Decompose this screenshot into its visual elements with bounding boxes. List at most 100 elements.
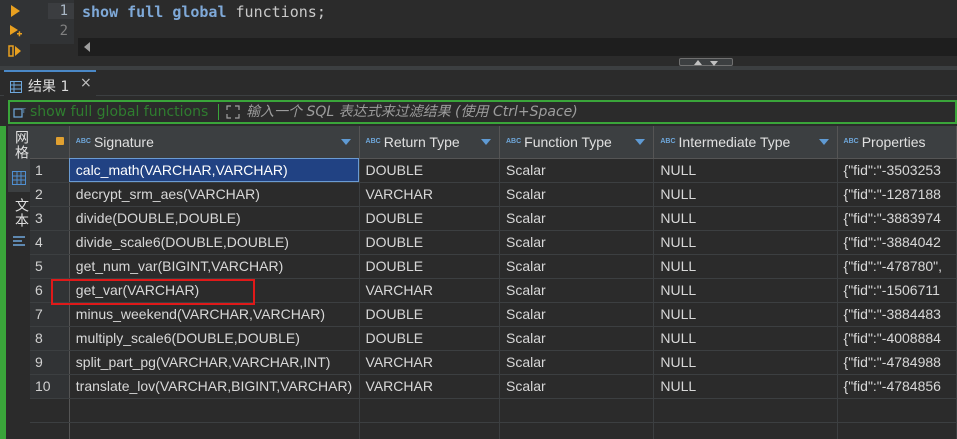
table-cell-itype[interactable]: NULL <box>653 302 838 327</box>
table-row[interactable]: 10 translate_lov(VARCHAR,BIGINT,VARCHAR) V… <box>30 374 957 399</box>
table-cell-props[interactable]: {"fid":"-3503253 <box>837 158 957 183</box>
table-cell-ftype[interactable]: Scalar <box>499 278 655 303</box>
table-cell-ftype[interactable]: Scalar <box>499 182 655 207</box>
row-number[interactable]: 1 <box>30 158 70 183</box>
table-cell-props[interactable]: {"fid":"-3884042 <box>837 230 957 255</box>
table-cell-ret[interactable]: VARCHAR <box>359 374 500 399</box>
column-header-function-type[interactable]: ABC Function Type <box>499 126 655 159</box>
table-cell-ftype[interactable]: Scalar <box>499 158 655 183</box>
row-number[interactable]: 8 <box>30 326 70 351</box>
table-cell-ret[interactable]: DOUBLE <box>359 302 500 327</box>
table-cell-ftype[interactable]: Scalar <box>499 254 655 279</box>
table-cell-sig[interactable]: get_num_var(BIGINT,VARCHAR) <box>69 254 360 279</box>
table-cell-itype[interactable]: NULL <box>653 278 838 303</box>
table-row[interactable]: 9 split_part_pg(VARCHAR,VARCHAR,INT) VARCH… <box>30 350 957 375</box>
table-cell-props[interactable]: {"fid":"-3884483 <box>837 302 957 327</box>
table-cell-ret[interactable]: DOUBLE <box>359 158 500 183</box>
svg-text:T: T <box>21 108 26 115</box>
column-header-signature[interactable]: ABC Signature <box>69 126 360 159</box>
table-cell-props[interactable]: {"fid":"-1506711 <box>837 278 957 303</box>
table-cell-sig[interactable]: minus_weekend(VARCHAR,VARCHAR) <box>69 302 360 327</box>
table-cell-ftype[interactable]: Scalar <box>499 350 655 375</box>
table-cell-sig[interactable]: get_var(VARCHAR) <box>69 278 360 303</box>
table-cell-sig[interactable]: decrypt_srm_aes(VARCHAR) <box>69 182 360 207</box>
sort-icon[interactable] <box>340 139 351 145</box>
row-number[interactable]: 6 <box>30 278 70 303</box>
table-row[interactable]: 5 get_num_var(BIGINT,VARCHAR) DOUBLE Scalar… <box>30 254 957 279</box>
table-cell-props[interactable]: {"fid":"-4008884 <box>837 326 957 351</box>
scroll-left-icon[interactable] <box>84 42 90 52</box>
table-row[interactable]: 1 calc_math(VARCHAR,VARCHAR) DOUBLE Scalar N… <box>30 158 957 183</box>
panel-split-handle[interactable] <box>679 58 733 66</box>
table-cell-props[interactable]: {"fid":"-4784856 <box>837 374 957 399</box>
explain-icon[interactable] <box>8 44 22 58</box>
table-cell-sig[interactable]: split_part_pg(VARCHAR,VARCHAR,INT) <box>69 350 360 375</box>
table-cell-ret[interactable]: VARCHAR <box>359 278 500 303</box>
table-cell-sig[interactable]: divide_scale6(DOUBLE,DOUBLE) <box>69 230 360 255</box>
column-header-intermediate-type[interactable]: ABC Intermediate Type <box>653 126 838 159</box>
tab-text-view[interactable]: 文本 <box>8 196 30 252</box>
table-cell-itype[interactable]: NULL <box>653 206 838 231</box>
empty-cell <box>69 422 360 439</box>
table-cell-ret[interactable]: DOUBLE <box>359 254 500 279</box>
filter-input[interactable] <box>246 102 946 122</box>
row-number[interactable]: 10 <box>30 374 70 399</box>
expand-icon[interactable] <box>225 104 241 120</box>
table-row[interactable]: 4 divide_scale6(DOUBLE,DOUBLE) DOUBLE Scala… <box>30 230 957 255</box>
table-cell-ftype[interactable]: Scalar <box>499 374 655 399</box>
sort-icon[interactable] <box>480 139 491 145</box>
row-number[interactable]: 9 <box>30 350 70 375</box>
sort-icon[interactable] <box>635 139 646 145</box>
table-cell-itype[interactable]: NULL <box>653 350 838 375</box>
sql-editor[interactable]: 1 2 show full global functions; <box>0 0 957 66</box>
table-cell-sig[interactable]: translate_lov(VARCHAR,BIGINT,VARCHAR) <box>69 374 360 399</box>
header-row: ABC Signature ABC Return Type ABC Function … <box>30 126 957 159</box>
table-cell-ret[interactable]: VARCHAR <box>359 350 500 375</box>
table-cell-ftype[interactable]: Scalar <box>499 302 655 327</box>
table-cell-ftype[interactable]: Scalar <box>499 326 655 351</box>
code-line[interactable]: show full global functions; <box>82 3 326 21</box>
table-cell-itype[interactable]: NULL <box>653 182 838 207</box>
table-cell-props[interactable]: {"fid":"-1287188 <box>837 182 957 207</box>
row-number[interactable]: 5 <box>30 254 70 279</box>
table-cell-ret[interactable]: VARCHAR <box>359 182 500 207</box>
table-cell-itype[interactable]: NULL <box>653 326 838 351</box>
table-cell-props[interactable]: {"fid":"-4784988 <box>837 350 957 375</box>
editor-horizontal-scrollbar[interactable] <box>78 38 957 56</box>
table-cell-props[interactable]: {"fid":"-478780", <box>837 254 957 279</box>
collapse-up-icon[interactable] <box>694 60 702 65</box>
table-cell-sig[interactable]: calc_math(VARCHAR,VARCHAR) <box>69 158 360 183</box>
run-icon[interactable] <box>8 4 22 18</box>
tab-result-1[interactable]: 结果 1 × <box>4 70 96 96</box>
close-icon[interactable]: × <box>80 75 92 91</box>
table-row[interactable]: 2 decrypt_srm_aes(VARCHAR) VARCHAR Scalar NU… <box>30 182 957 207</box>
table-cell-itype[interactable]: NULL <box>653 230 838 255</box>
table-cell-ret[interactable]: DOUBLE <box>359 230 500 255</box>
table-cell-sig[interactable]: divide(DOUBLE,DOUBLE) <box>69 206 360 231</box>
table-cell-sig[interactable]: multiply_scale6(DOUBLE,DOUBLE) <box>69 326 360 351</box>
row-number[interactable]: 7 <box>30 302 70 327</box>
row-number[interactable]: 3 <box>30 206 70 231</box>
table-row[interactable]: 7 minus_weekend(VARCHAR,VARCHAR) DOUBLE Sca… <box>30 302 957 327</box>
empty-row <box>30 422 957 439</box>
sort-icon[interactable] <box>818 139 829 145</box>
column-header-properties[interactable]: ABC Properties <box>837 126 957 159</box>
table-cell-ret[interactable]: DOUBLE <box>359 326 500 351</box>
table-row[interactable]: 3 divide(DOUBLE,DOUBLE) DOUBLE Scalar NULL {"… <box>30 206 957 231</box>
table-row[interactable]: 8 multiply_scale6(DOUBLE,DOUBLE) DOUBLE Sca… <box>30 326 957 351</box>
table-cell-props[interactable]: {"fid":"-3883974 <box>837 206 957 231</box>
table-cell-ftype[interactable]: Scalar <box>499 230 655 255</box>
table-cell-itype[interactable]: NULL <box>653 254 838 279</box>
tab-grid-view[interactable]: 网格 <box>8 126 30 192</box>
row-number[interactable]: 2 <box>30 182 70 207</box>
run-script-icon[interactable] <box>8 24 22 38</box>
table-cell-ret[interactable]: DOUBLE <box>359 206 500 231</box>
table-row[interactable]: 6 get_var(VARCHAR) VARCHAR Scalar NULL {"fid"… <box>30 278 957 303</box>
table-cell-itype[interactable]: NULL <box>653 158 838 183</box>
row-number[interactable]: 4 <box>30 230 70 255</box>
table-cell-ftype[interactable]: Scalar <box>499 206 655 231</box>
column-header-return-type[interactable]: ABC Return Type <box>359 126 500 159</box>
results-grid[interactable]: ABC Signature ABC Return Type ABC Function … <box>30 126 957 439</box>
row-number-header[interactable] <box>30 126 70 159</box>
table-cell-itype[interactable]: NULL <box>653 374 838 399</box>
